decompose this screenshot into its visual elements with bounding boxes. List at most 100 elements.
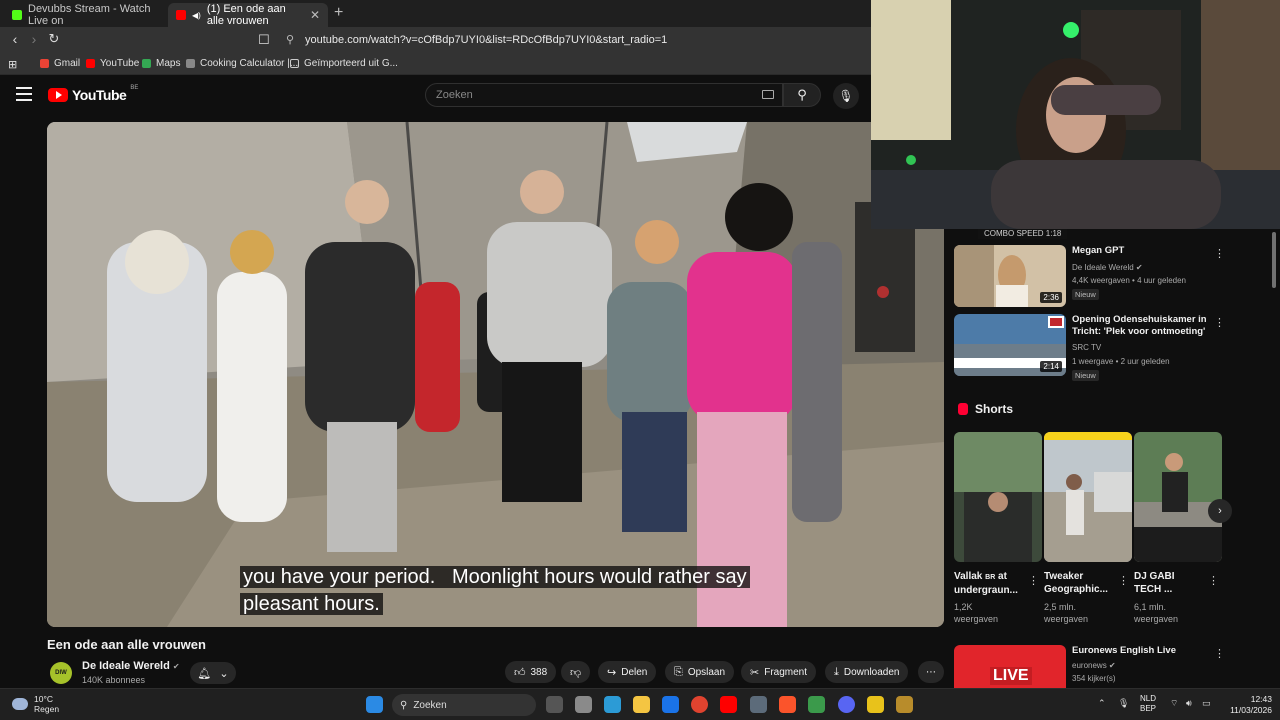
more-vertical-icon[interactable]: ⋮ [1028,574,1039,587]
tab-devubbs-stream[interactable]: Devubbs Stream - Watch Live on [4,3,164,27]
speaker-icon: ◀) [192,10,201,20]
language-indicator[interactable]: NLD BEP [1140,694,1156,714]
bookmark-youtube[interactable]: YouTube [86,58,139,69]
video-thumbnail[interactable]: 2:36 [954,245,1066,307]
more-vertical-icon[interactable]: ⋮ [1208,574,1219,587]
chrome-icon[interactable] [691,696,708,713]
app-icon[interactable] [808,696,825,713]
calculator-icon[interactable] [750,696,767,713]
youtube-logo[interactable]: YouTube BE [48,85,138,103]
search-input[interactable] [426,84,746,106]
thumbs-up-icon: 👍︎ [514,666,526,679]
more-actions-button[interactable]: ⋯ [918,661,944,683]
video-thumbnail[interactable]: 2:14 [954,314,1066,376]
discord-icon[interactable] [838,696,855,713]
thumbs-down-icon: 👎︎ [570,666,582,679]
short-title[interactable]: Vallak BR at undergraun... [954,570,1022,597]
apps-grid-icon[interactable]: ⊞ [8,58,17,71]
bookmark-cooking-calculator[interactable]: Cooking Calculator |... [186,58,298,69]
verified-icon: ✔ [1135,263,1143,272]
clip-button[interactable]: ✂ Fragment [741,661,817,683]
url-field[interactable]: youtube.com/watch?v=cOfBdp7UYI0&list=RDc… [305,34,667,46]
youtube-app-icon[interactable] [720,696,737,713]
search-button[interactable]: ⚲ [783,83,821,107]
more-vertical-icon[interactable]: ⋮ [1214,647,1225,660]
app-icon[interactable] [896,696,913,713]
clock-date: 11/03/2026 [1230,705,1272,715]
more-vertical-icon[interactable]: ⋮ [1118,574,1129,587]
more-vertical-icon[interactable]: ⋮ [1214,247,1225,260]
live-title[interactable]: Euronews English Live [1072,645,1212,657]
windows-start-icon[interactable] [366,696,383,713]
menu-hamburger-icon[interactable] [16,87,32,105]
short-thumbnail[interactable] [954,432,1042,562]
store-icon[interactable] [575,696,592,713]
taskbar-search[interactable]: ⚲ Zoeken [392,694,536,716]
search-icon: ⚲ [797,87,807,102]
chevron-up-icon[interactable]: ⌃ [1098,698,1106,709]
short-title[interactable]: Tweaker Geographic... [1044,570,1112,596]
battery-icon[interactable]: ▭ [1202,698,1211,709]
recommendation-title[interactable]: Opening Odensehuiskamer in Tricht: 'Plek… [1072,314,1212,338]
task-view-icon[interactable] [546,696,563,713]
scrollbar-thumb[interactable] [1272,232,1276,288]
reload-icon[interactable]: ↻ [45,31,63,47]
bookmark-label: Geïmporteerd uit G... [304,58,398,69]
download-button[interactable]: ⤓ Downloaden [825,661,909,683]
short-title[interactable]: DJ GABI TECH ... [1134,570,1202,596]
cloud-rain-icon [12,698,28,710]
short-views: 1,2K weergaven [954,601,998,625]
close-tab-icon[interactable]: ✕ [310,8,320,22]
bell-icon: 🔔︎ [197,667,212,680]
dislike-button[interactable]: 👎︎ [561,661,591,683]
live-thumbnail[interactable]: LIVE [954,645,1066,688]
voice-search-button[interactable]: 🎙︎ [833,83,859,109]
youtube-favicon-icon [176,10,186,20]
live-channel[interactable]: euronews ✔ [1072,661,1116,670]
edge-icon[interactable] [604,696,621,713]
recommendation-channel[interactable]: SRC TV [1072,343,1101,352]
video-player[interactable] [47,122,944,627]
like-button[interactable]: 👍︎ 388 [505,661,557,683]
bookmark-save-icon: ⎘ [674,665,683,678]
file-explorer-icon[interactable] [633,696,650,713]
bookmark-icon[interactable]: ☐ [258,32,270,48]
sidebar-scrollbar[interactable] [1272,232,1276,686]
weather-widget[interactable]: 10°C Regen [12,694,59,714]
bookmark-imported-folder[interactable]: Geïmporteerd uit G... [290,58,398,69]
forward-arrow-icon[interactable]: › [25,31,43,47]
chevron-right-icon[interactable]: › [1208,499,1232,523]
folder-icon [290,59,299,68]
more-horizontal-icon: ⋯ [926,666,936,678]
brave-icon[interactable] [779,696,796,713]
system-clock[interactable]: 12:43 11/03/2026 [1222,694,1272,716]
subscription-bell-button[interactable]: 🔔︎ ⌄ [190,662,236,684]
site-info-icon[interactable]: ⚲ [286,33,294,46]
short-thumbnail[interactable] [1134,432,1222,562]
share-button[interactable]: ↪ Delen [598,661,657,683]
short-thumbnail[interactable]: Geographic [1044,432,1132,562]
live-recommendation[interactable]: LIVE Euronews English Live euronews ✔ 35… [954,645,1234,688]
webcam-overlay [871,0,1280,229]
more-vertical-icon[interactable]: ⋮ [1214,316,1225,329]
app-icon[interactable] [867,696,884,713]
recommendation-item[interactable]: 2:14 Opening Odensehuiskamer in Tricht: … [954,314,1234,381]
keyboard-icon[interactable] [762,90,774,99]
new-tab-button[interactable]: + [334,4,343,22]
tab-youtube-video[interactable]: ◀) (1) Een ode aan alle vrouwen ✕ [168,3,328,27]
recommendation-item[interactable]: 2:36 Megan GPT De Ideale Wereld ✔ 4,4K w… [954,245,1234,309]
bookmark-maps[interactable]: Maps [142,58,180,69]
recommendation-title[interactable]: Megan GPT [1072,245,1212,257]
flag-icon: BR [985,574,996,581]
channel-name[interactable]: De Ideale Wereld ✔ [82,660,180,672]
recommendation-channel[interactable]: De Ideale Wereld ✔ [1072,263,1143,272]
back-arrow-icon[interactable]: ‹ [6,31,24,47]
short-image [1044,432,1132,562]
wifi-icon[interactable]: ⌔ [1170,698,1178,709]
mail-icon[interactable] [662,696,679,713]
bookmark-gmail[interactable]: Gmail [40,58,80,69]
channel-avatar[interactable]: DIW [50,662,72,684]
volume-icon[interactable]: 🔊︎ [1186,698,1192,709]
microphone-icon[interactable]: 🎙︎ [1118,698,1129,709]
save-button[interactable]: ⎘ Opslaan [665,661,735,683]
